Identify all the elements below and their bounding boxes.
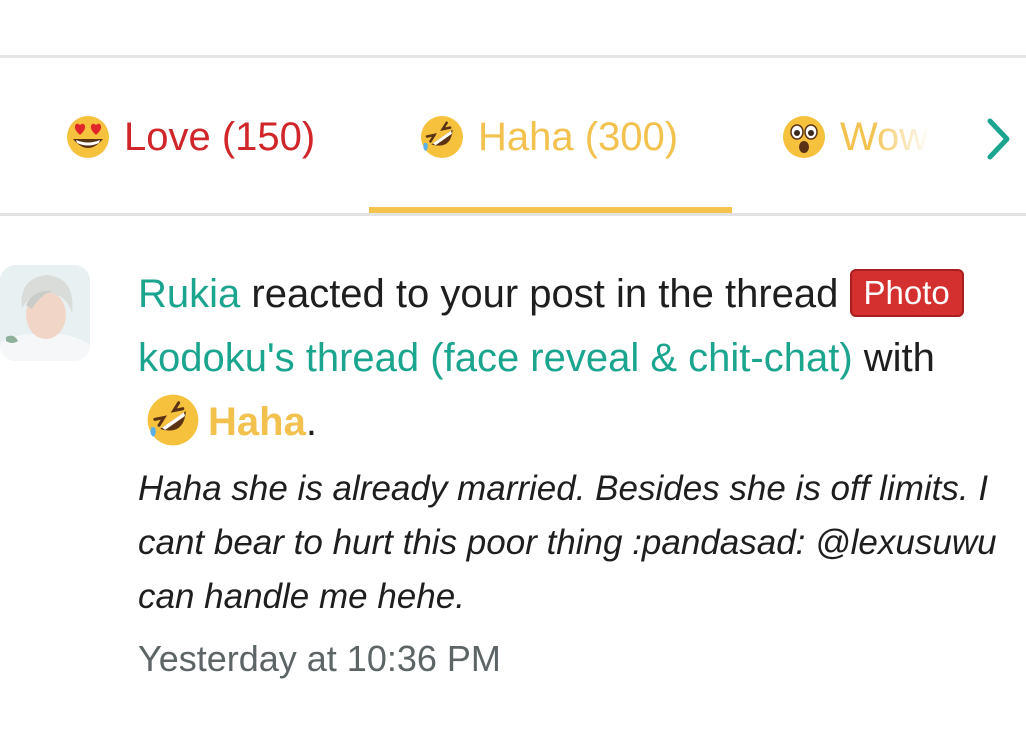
alert-text: Rukia reacted to your post in the thread…: [138, 262, 998, 454]
username-link[interactable]: Rukia: [138, 272, 240, 316]
laughing-rolling-emoji-icon: [421, 116, 463, 158]
tab-haha-label: Haha (300): [478, 114, 679, 159]
tab-love-label: Love (150): [124, 114, 316, 159]
tab-fade: [870, 61, 930, 213]
alert-text-end: .: [305, 400, 317, 444]
tab-wow[interactable]: Wow: [780, 61, 930, 213]
alert-text-part-1: reacted to your post in the thread: [240, 272, 850, 316]
avatar[interactable]: [0, 265, 90, 361]
active-tab-indicator: [369, 207, 732, 213]
scroll-right-button[interactable]: [975, 109, 1021, 169]
reaction-tabs: Love (150) Haha (300) Wow: [0, 61, 1026, 216]
chevron-right-icon: [987, 118, 1010, 160]
avatar-image: [0, 265, 90, 361]
astonished-emoji-icon: [783, 116, 825, 158]
tab-haha[interactable]: Haha (300): [418, 61, 678, 213]
alert-timestamp: Yesterday at 10:36 PM: [138, 638, 501, 679]
post-snippet: Haha she is already married. Besides she…: [138, 469, 997, 616]
top-bar: [0, 0, 1026, 58]
thread-title-link[interactable]: kodoku's thread (face reveal & chit-chat…: [138, 336, 853, 380]
tab-love[interactable]: Love (150): [64, 61, 315, 213]
alert-text-part-2: with: [852, 336, 935, 380]
laughing-rolling-emoji-icon: [147, 395, 199, 446]
heart-eyes-emoji-icon: [67, 116, 109, 158]
thread-prefix-badge: Photo: [849, 269, 964, 318]
reaction-name: Haha: [208, 400, 306, 444]
